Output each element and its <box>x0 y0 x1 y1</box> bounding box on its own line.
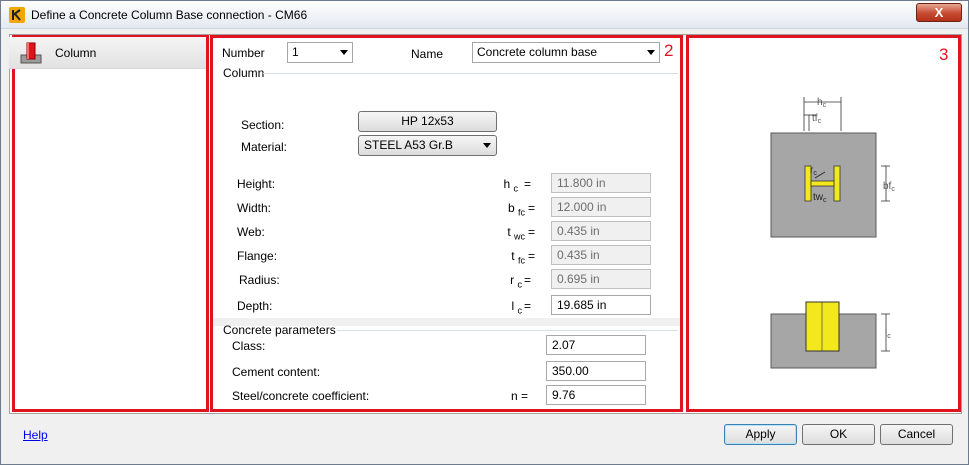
apply-button[interactable]: Apply <box>724 424 797 445</box>
bfc-dim-label: bfc <box>883 181 895 193</box>
window-title: Define a Concrete Column Base connection… <box>31 8 308 22</box>
param-label: Radius: <box>239 273 280 287</box>
coef-field[interactable]: 9.76 <box>546 385 646 405</box>
chevron-down-icon <box>340 50 348 55</box>
name-select[interactable]: Concrete column base <box>472 42 660 63</box>
section-label: Section: <box>241 118 285 132</box>
equals-sign: = <box>528 249 536 263</box>
dialog-window: Define a Concrete Column Base connection… <box>0 0 969 465</box>
param-symbol: h c <box>503 177 518 194</box>
column-base-icon <box>19 41 43 65</box>
material-label: Material: <box>241 140 288 154</box>
web-field: 0.435 in <box>551 221 651 241</box>
material-select[interactable]: STEEL A53 Gr.B <box>358 135 497 156</box>
param-symbol: l c <box>511 299 522 316</box>
tree-item-label: Column <box>55 46 97 60</box>
equals-sign: = <box>528 201 536 215</box>
equals-sign: = <box>524 273 532 287</box>
param-label: Width: <box>237 201 272 215</box>
material-value: STEEL A53 Gr.B <box>364 138 453 152</box>
ok-button[interactable]: OK <box>802 424 875 445</box>
equals-sign: = <box>524 177 532 191</box>
cement-label: Cement content: <box>232 365 321 379</box>
panel-1-outline <box>12 35 209 412</box>
class-label: Class: <box>232 339 266 353</box>
height-field: 11.800 in <box>551 173 651 193</box>
panel-2-number: 2 <box>664 41 674 60</box>
radius-field: 0.695 in <box>551 269 651 289</box>
param-label: Web: <box>237 225 265 239</box>
class-field[interactable]: 2.07 <box>546 335 646 355</box>
tfc-dim-label: tfc <box>812 113 822 125</box>
param-symbol: r c <box>510 273 522 290</box>
cement-field[interactable]: 350.00 <box>546 361 646 381</box>
number-select[interactable]: 1 <box>287 42 353 63</box>
equals-sign: = <box>528 225 536 239</box>
coef-label: Steel/concrete coefficient: <box>232 389 370 403</box>
width-field: 12.000 in <box>551 197 651 217</box>
coef-symbol: n = <box>511 389 529 403</box>
param-symbol: b fc <box>507 201 525 218</box>
concrete-group-label: Concrete parameters <box>223 323 336 337</box>
name-value: Concrete column base <box>477 45 598 59</box>
param-label: Height: <box>237 177 276 191</box>
help-link[interactable]: Help <box>23 428 48 442</box>
cancel-button[interactable]: Cancel <box>880 424 953 445</box>
lc-dim-label: lc <box>885 328 891 340</box>
equals-sign: = <box>524 299 532 313</box>
param-symbol: t fc <box>511 249 525 266</box>
hc-dim-label: hc <box>817 97 827 109</box>
number-label: Number <box>222 46 265 60</box>
depth-field[interactable]: 19.685 in <box>551 295 651 315</box>
section-button[interactable]: HP 12x53 <box>358 111 497 132</box>
name-label: Name <box>411 47 444 61</box>
param-symbol: t wc <box>507 225 525 242</box>
flange-field: 0.435 in <box>551 245 651 265</box>
column-group-label: Column <box>223 66 265 80</box>
chevron-down-icon <box>647 50 655 55</box>
param-label: Flange: <box>237 249 278 263</box>
chevron-down-icon <box>483 143 491 148</box>
param-label: Depth: <box>237 299 273 313</box>
connection-preview: hc tfc rc twc bfc lc <box>770 97 895 369</box>
group-divider <box>337 330 678 331</box>
tree-item-column[interactable]: Column <box>9 37 206 69</box>
close-button[interactable]: X <box>916 3 962 22</box>
app-logo-icon <box>9 7 25 23</box>
group-divider <box>263 73 678 74</box>
number-value: 1 <box>292 45 299 59</box>
title-bar: Define a Concrete Column Base connection… <box>1 1 968 29</box>
